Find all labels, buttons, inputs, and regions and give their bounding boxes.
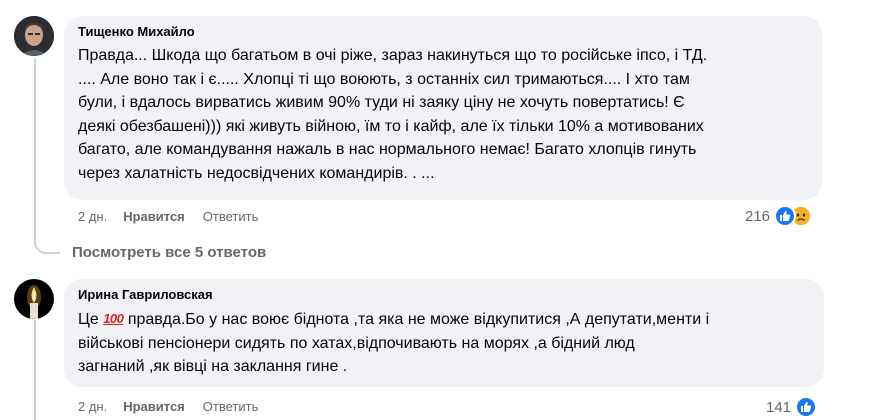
like-icon (795, 396, 818, 418)
comment-actions: 2 дн. Нравится Ответить (78, 399, 258, 414)
avatar[interactable] (14, 279, 54, 319)
comment-text-rest: правда.Бо у нас воює біднота ,та яка не … (78, 311, 710, 375)
reactions-summary[interactable]: 216 (745, 205, 813, 227)
comment-text: Це 100 правда.Бо у нас воює біднота ,та … (78, 307, 812, 379)
comment-text-start: Це (78, 311, 104, 328)
avatar-photo (14, 16, 54, 56)
view-replies-link[interactable]: Посмотреть все 5 ответов (72, 244, 266, 261)
comment-author[interactable]: Тищенко Михайло (78, 24, 810, 40)
thread-line (34, 320, 36, 420)
comments-section: Тищенко Михайло Правда... Шкода що багат… (0, 0, 877, 420)
comment-text: Правда... Шкода що багатьом в очі ріже, … (78, 47, 708, 182)
comment-actions: 2 дн. Нравится Ответить (78, 209, 258, 224)
comment-bubble: Ирина Гавриловская Це 100 правда.Бо у на… (64, 279, 824, 387)
comment-bubble: Тищенко Михайло Правда... Шкода що багат… (64, 16, 822, 200)
comment-author[interactable]: Ирина Гавриловская (78, 287, 812, 303)
like-icon (774, 205, 797, 227)
like-button[interactable]: Нравится (123, 399, 185, 414)
like-button[interactable]: Нравится (123, 209, 185, 224)
reactions-summary[interactable]: 141 (766, 396, 818, 418)
reaction-count: 141 (766, 398, 792, 416)
comment-timestamp[interactable]: 2 дн. (78, 399, 107, 414)
reply-button[interactable]: Ответить (203, 399, 259, 414)
comment-timestamp[interactable]: 2 дн. (78, 209, 107, 224)
candle-avatar-photo (14, 279, 54, 319)
thread-line (34, 58, 36, 242)
reaction-count: 216 (745, 207, 771, 225)
hundred-points-emoji: 100 (103, 311, 124, 326)
reply-button[interactable]: Ответить (203, 209, 259, 224)
thread-line-curve (34, 240, 60, 254)
avatar[interactable] (14, 16, 54, 56)
